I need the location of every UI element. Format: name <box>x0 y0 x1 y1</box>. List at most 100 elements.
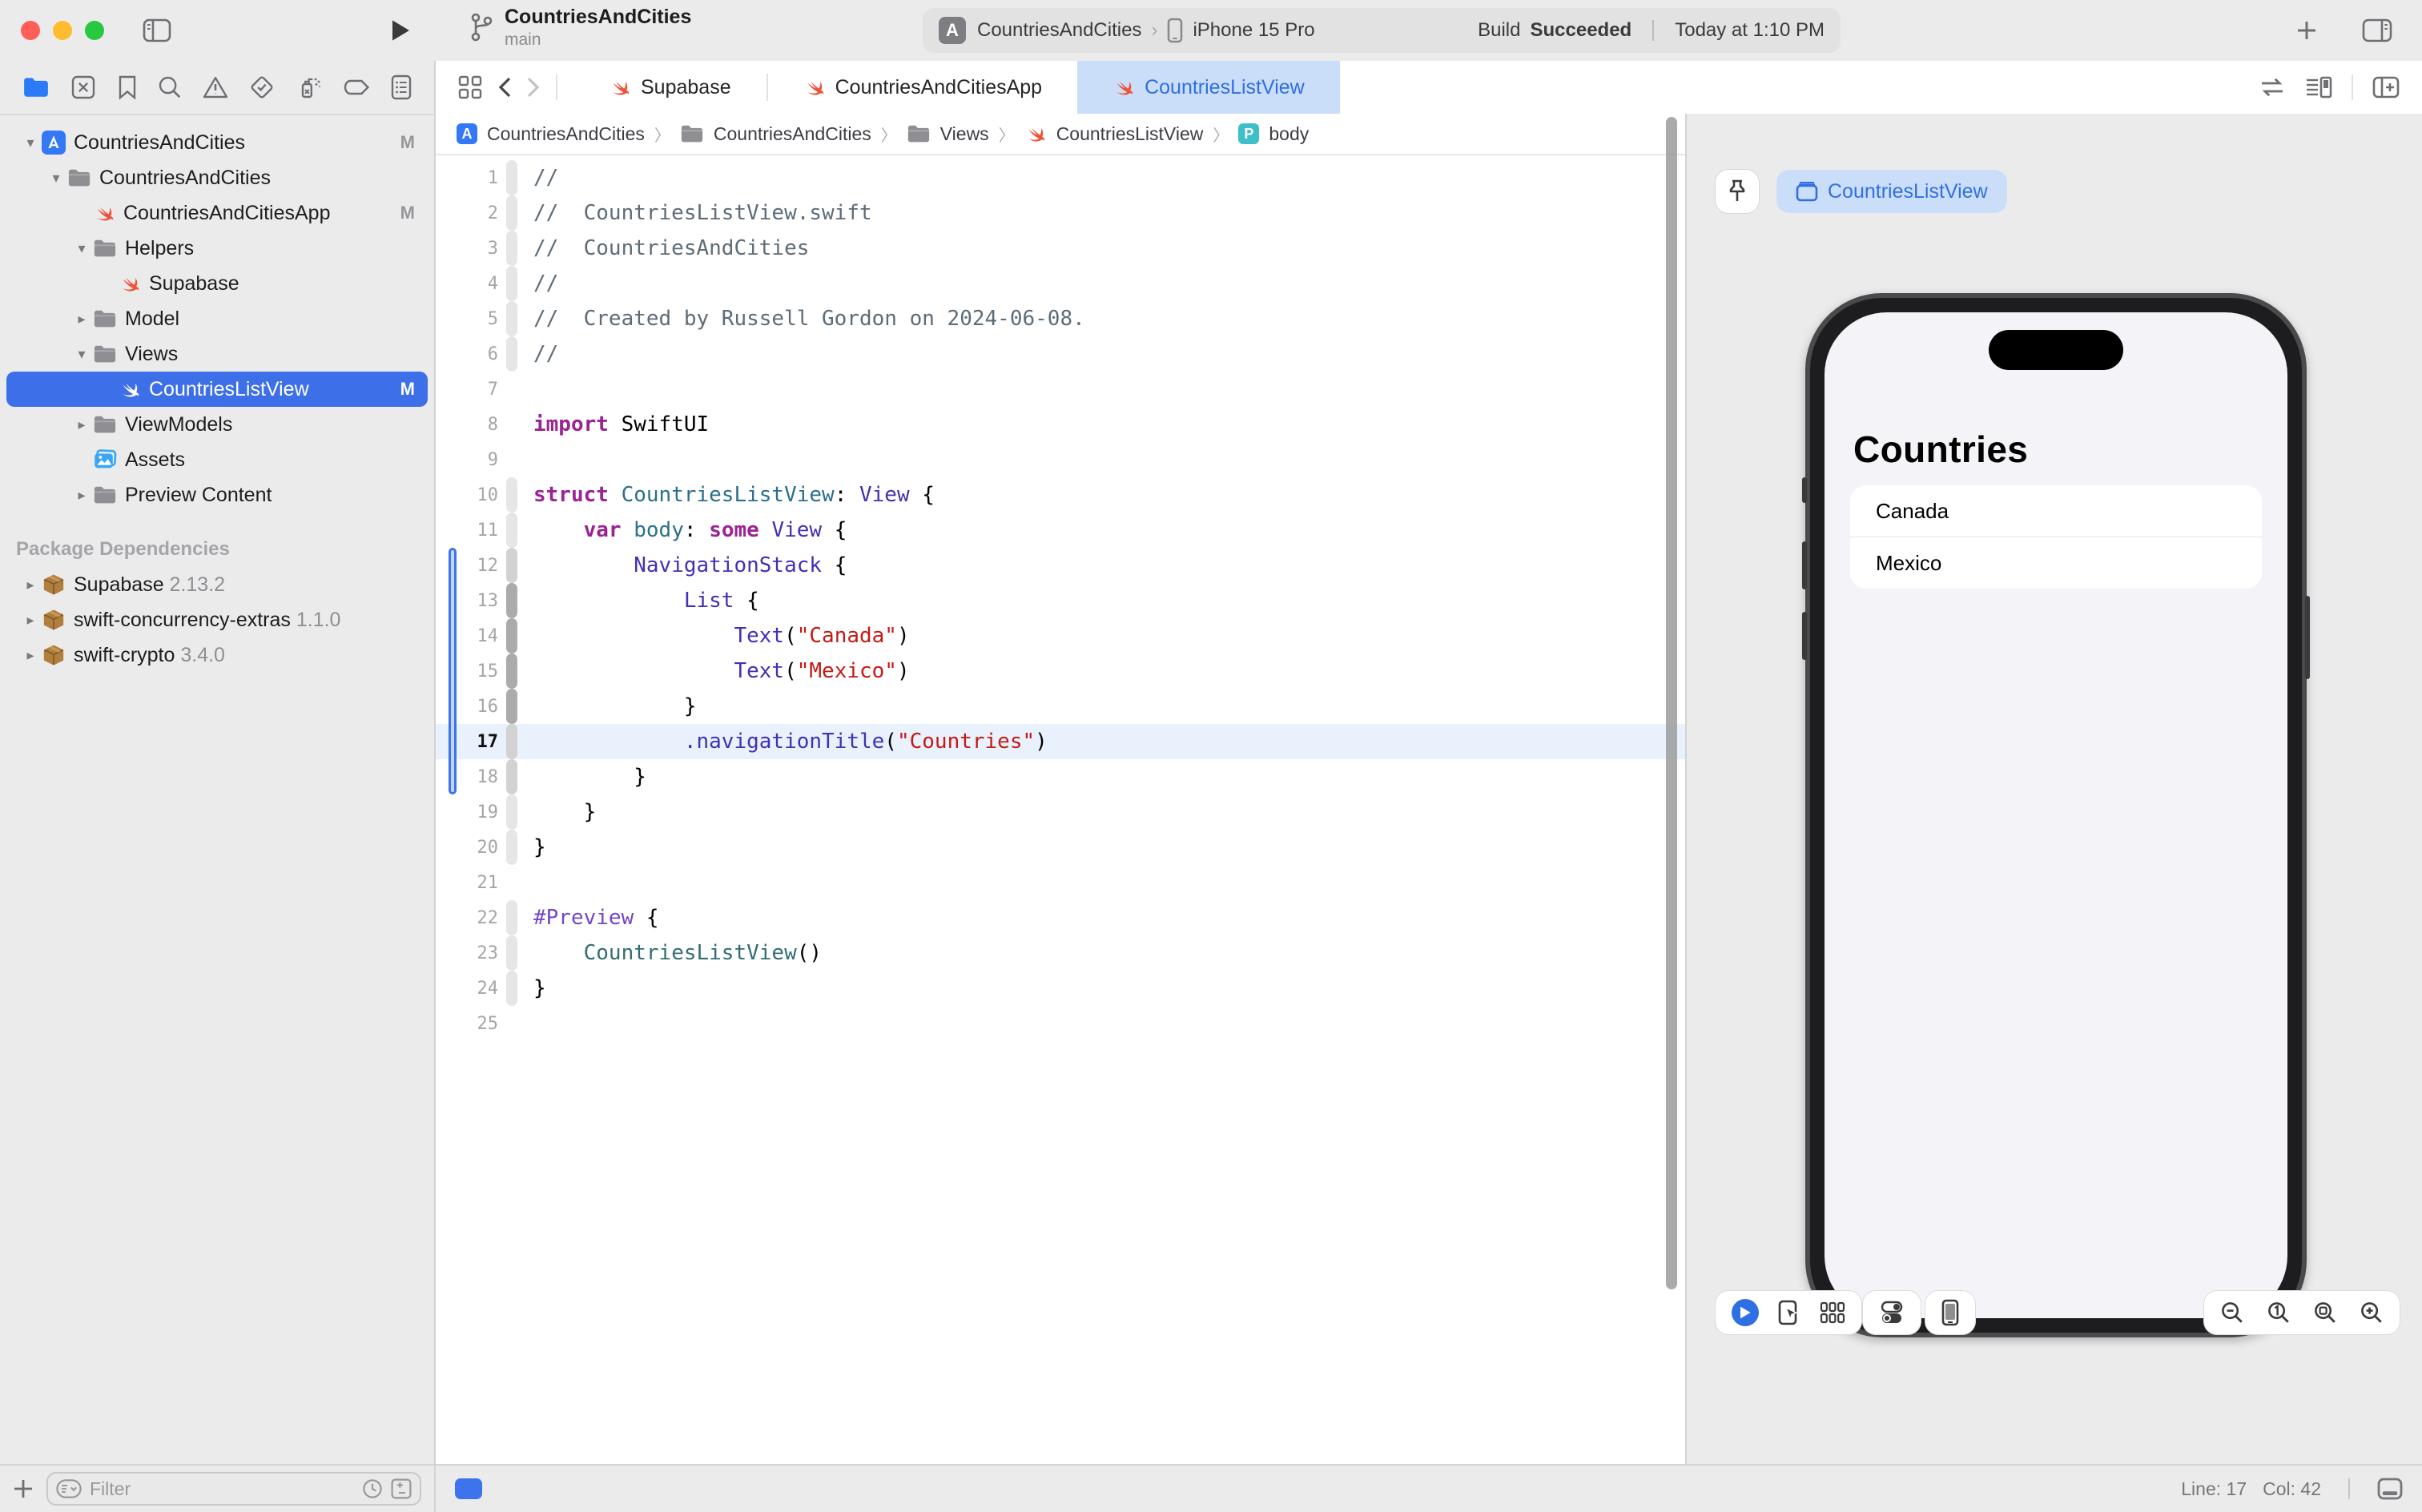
tests-icon[interactable] <box>249 74 275 100</box>
code-line[interactable]: 23 CountriesListView() <box>436 935 1685 971</box>
preview-screen[interactable]: Countries CanadaMexico <box>1825 312 2287 1318</box>
disclosure-open-icon[interactable]: ▾ <box>70 346 93 363</box>
disclosure-closed-icon[interactable]: ▸ <box>70 416 93 433</box>
activity-status-pill[interactable]: A CountriesAndCities › iPhone 15 Pro Bui… <box>923 8 1841 53</box>
package-item-swift-concurrency-extras[interactable]: ▸swift-concurrency-extras 1.1.0 <box>6 602 428 637</box>
disclosure-closed-icon[interactable]: ▸ <box>70 487 93 504</box>
sidebar-item-preview-content[interactable]: ▸Preview Content <box>6 477 428 513</box>
code-line[interactable]: 17 .navigationTitle("Countries") <box>436 724 1685 759</box>
package-item-swift-crypto[interactable]: ▸swift-crypto 3.4.0 <box>6 637 428 673</box>
source-control-filter-icon[interactable] <box>391 1478 412 1499</box>
scheme-area[interactable]: CountriesAndCities main <box>469 5 691 51</box>
code-line[interactable]: 15 Text("Mexico") <box>436 653 1685 689</box>
zoom-out-icon[interactable] <box>2220 1301 2244 1325</box>
minimap-icon[interactable] <box>2305 76 2332 99</box>
code-line[interactable]: 20} <box>436 830 1685 865</box>
code-line[interactable]: 21 <box>436 865 1685 900</box>
zoom-100-icon[interactable] <box>2267 1301 2291 1325</box>
code-line[interactable]: 2// CountriesListView.swift <box>436 195 1685 231</box>
bookmarks-icon[interactable] <box>118 74 137 100</box>
add-item-icon[interactable] <box>13 1478 34 1499</box>
sidebar-item-assets[interactable]: Assets <box>6 442 428 477</box>
code-line[interactable]: 22#Preview { <box>436 900 1685 935</box>
code-line[interactable]: 6// <box>436 336 1685 372</box>
sidebar-item-supabase[interactable]: Supabase <box>6 266 428 301</box>
recents-clock-icon[interactable] <box>362 1478 383 1499</box>
go-forward-icon[interactable] <box>527 77 540 98</box>
preview-device-button[interactable] <box>1925 1291 1975 1334</box>
list-item[interactable]: Mexico <box>1850 537 2262 589</box>
breadcrumb-item[interactable]: CountriesAndCities <box>487 123 645 145</box>
code-line[interactable]: 3// CountriesAndCities <box>436 231 1685 266</box>
sidebar-item-viewmodels[interactable]: ▸ViewModels <box>6 407 428 442</box>
code-line[interactable]: 5// Created by Russell Gordon on 2024-06… <box>436 301 1685 336</box>
code-line[interactable]: 8import SwiftUI <box>436 407 1685 442</box>
run-button[interactable] <box>381 13 420 48</box>
code-line[interactable]: 7 <box>436 372 1685 407</box>
code-line[interactable]: 19 } <box>436 794 1685 830</box>
preview-target-chip[interactable]: CountriesListView <box>1776 170 2007 213</box>
code-line[interactable]: 12 NavigationStack { <box>436 548 1685 583</box>
sidebar-item-helpers[interactable]: ▾Helpers <box>6 231 428 266</box>
sidebar-item-countriesandcities[interactable]: ▾CountriesAndCitiesM <box>6 125 428 160</box>
toggle-navigator-button[interactable] <box>138 13 176 48</box>
tab-countriesandcitiesapp[interactable]: CountriesAndCitiesApp <box>768 61 1077 114</box>
pin-preview-button[interactable] <box>1716 170 1759 213</box>
code-line[interactable]: 1// <box>436 160 1685 195</box>
code-line[interactable]: 11 var body: some View { <box>436 513 1685 548</box>
related-items-icon[interactable] <box>458 75 482 99</box>
breadcrumb-item[interactable]: body <box>1269 123 1309 145</box>
add-editor-icon[interactable] <box>2372 76 2400 99</box>
breadcrumb-item[interactable]: CountriesListView <box>1056 123 1204 145</box>
breakpoints-icon[interactable] <box>343 77 370 98</box>
sidebar-item-views[interactable]: ▾Views <box>6 336 428 372</box>
disclosure-open-icon[interactable]: ▾ <box>45 170 67 187</box>
disclosure-open-icon[interactable]: ▾ <box>70 240 93 257</box>
changes-icon[interactable] <box>70 74 96 100</box>
code-area[interactable]: 1//2// CountriesListView.swift3// Countr… <box>436 155 1685 1041</box>
project-navigator-icon[interactable] <box>22 76 50 99</box>
disclosure-closed-icon[interactable]: ▸ <box>19 577 42 593</box>
list-item[interactable]: Canada <box>1850 485 2262 537</box>
code-line[interactable]: 18 } <box>436 759 1685 794</box>
disclosure-open-icon[interactable]: ▾ <box>19 135 42 151</box>
issues-icon[interactable] <box>203 75 228 99</box>
breadcrumb-item[interactable]: Views <box>940 123 989 145</box>
go-back-icon[interactable] <box>498 77 511 98</box>
sidebar-item-countriesandcitiesapp[interactable]: CountriesAndCitiesAppM <box>6 195 428 231</box>
zoom-fit-icon[interactable] <box>2313 1301 2337 1325</box>
add-tab-button[interactable] <box>2287 13 2326 48</box>
code-line[interactable]: 16 } <box>436 689 1685 724</box>
editor-bottom-bar-icon[interactable] <box>2377 1478 2403 1500</box>
breadcrumb-item[interactable]: CountriesAndCities <box>714 123 871 145</box>
close-window-button[interactable] <box>21 21 40 40</box>
debug-icon[interactable] <box>296 74 322 100</box>
code-line[interactable]: 25 <box>436 1006 1685 1041</box>
disclosure-closed-icon[interactable]: ▸ <box>70 311 93 328</box>
code-review-icon[interactable] <box>2259 77 2286 98</box>
zoom-window-button[interactable] <box>85 21 104 40</box>
find-icon[interactable] <box>158 75 182 99</box>
disclosure-closed-icon[interactable]: ▸ <box>19 612 42 629</box>
code-line[interactable]: 10struct CountriesListView: View { <box>436 477 1685 513</box>
live-preview-button[interactable] <box>1732 1299 1759 1326</box>
toggle-inspector-button[interactable] <box>2358 13 2396 48</box>
package-item-supabase[interactable]: ▸Supabase 2.13.2 <box>6 567 428 602</box>
code-line[interactable]: 14 Text("Canada") <box>436 618 1685 653</box>
code-line[interactable]: 13 List { <box>436 583 1685 618</box>
tab-countrieslistview[interactable]: CountriesListView <box>1077 61 1340 114</box>
code-line[interactable]: 9 <box>436 442 1685 477</box>
disclosure-closed-icon[interactable]: ▸ <box>19 647 42 664</box>
reports-icon[interactable] <box>391 74 412 100</box>
variants-mode-button[interactable] <box>1820 1301 1845 1324</box>
sidebar-item-countriesandcities[interactable]: ▾CountriesAndCities <box>6 160 428 195</box>
selectable-mode-button[interactable] <box>1778 1300 1800 1325</box>
minimize-window-button[interactable] <box>53 21 72 40</box>
sidebar-item-countrieslistview[interactable]: CountriesListViewM <box>6 372 428 407</box>
zoom-in-icon[interactable] <box>2360 1301 2384 1325</box>
sidebar-item-model[interactable]: ▸Model <box>6 301 428 336</box>
device-settings-button[interactable] <box>1863 1291 1921 1334</box>
code-line[interactable]: 4// <box>436 266 1685 301</box>
code-line[interactable]: 24} <box>436 971 1685 1006</box>
filter-field[interactable]: Filter <box>46 1472 421 1506</box>
